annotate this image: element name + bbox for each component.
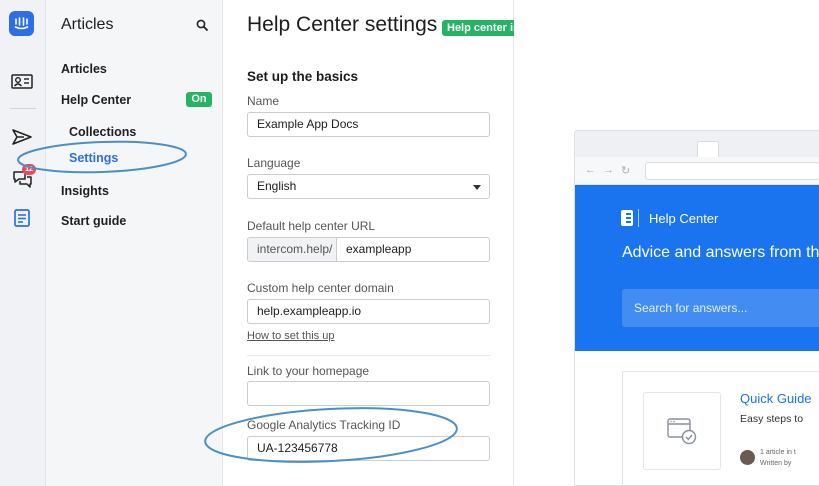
nav-item-articles[interactable]: Articles — [61, 62, 107, 76]
nav-item-help-center[interactable]: Help Center — [61, 93, 131, 107]
preview-brand: Help Center — [649, 211, 719, 226]
browser-frame: ← → ↻ Help Center Advice and answers fro… — [574, 130, 819, 486]
language-label: Language — [247, 156, 301, 170]
preview-headline: Advice and answers from the Team — [622, 244, 819, 261]
language-select[interactable]: English — [247, 174, 490, 199]
preview-hero: Help Center Advice and answers from the … — [575, 185, 819, 351]
chevron-down-icon — [473, 185, 481, 190]
contacts-icon[interactable] — [10, 69, 34, 93]
domain-label: Custom help center domain — [247, 281, 394, 295]
preview-collection-card: Quick Guide Easy steps to 1 article in t… — [622, 371, 819, 485]
forward-icon: → — [603, 164, 614, 176]
help-center-logo-icon — [621, 210, 633, 226]
domain-help-link[interactable]: How to set this up — [247, 330, 334, 342]
nav-item-start-guide[interactable]: Start guide — [61, 214, 126, 228]
card-meta-articles: 1 article in t — [760, 449, 796, 456]
address-bar — [645, 162, 819, 180]
ga-label: Google Analytics Tracking ID — [247, 418, 401, 432]
homepage-field[interactable] — [247, 381, 490, 406]
back-icon: ← — [585, 164, 596, 176]
card-meta-author: Written by — [760, 460, 792, 467]
nav-item-settings[interactable]: Settings — [69, 151, 118, 165]
name-field[interactable]: Example App Docs — [247, 112, 490, 137]
articles-nav: Articles Articles Help Center On Collect… — [46, 0, 223, 486]
ga-tracking-field[interactable]: UA-123456778 — [247, 436, 490, 461]
search-icon[interactable] — [196, 18, 208, 31]
url-label: Default help center URL — [247, 219, 376, 233]
homepage-label: Link to your homepage — [247, 364, 370, 378]
url-field[interactable]: intercom.help/ exampleapp — [247, 237, 490, 262]
card-title: Quick Guide — [740, 391, 812, 406]
nav-item-collections[interactable]: Collections — [69, 125, 136, 139]
nav-title: Articles — [61, 16, 114, 33]
notification-badge: 12 — [22, 164, 36, 175]
help-center-on-badge: On — [186, 92, 212, 107]
nav-item-insights[interactable]: Insights — [61, 184, 109, 198]
preview-search: Search for answers... — [622, 289, 819, 327]
intercom-logo-icon[interactable] — [9, 11, 34, 36]
divider — [247, 355, 490, 356]
language-value: English — [257, 179, 297, 193]
page-title: Help Center settings — [247, 13, 438, 36]
domain-field[interactable]: help.exampleapp.io — [247, 299, 490, 324]
send-icon[interactable] — [10, 125, 34, 149]
avatar — [740, 450, 755, 465]
settings-form: Help Center settings Help center is on S… — [223, 0, 541, 486]
card-description: Easy steps to — [740, 413, 804, 425]
app-rail: 12 — [0, 0, 46, 486]
collection-icon — [643, 392, 721, 470]
url-prefix: intercom.help/ — [248, 238, 337, 261]
name-label: Name — [247, 94, 280, 108]
url-value: exampleapp — [346, 242, 412, 256]
reload-icon: ↻ — [621, 165, 631, 177]
section-title: Set up the basics — [247, 69, 359, 84]
help-center-preview: ← → ↻ Help Center Advice and answers fro… — [514, 0, 819, 486]
articles-icon[interactable] — [10, 206, 34, 230]
